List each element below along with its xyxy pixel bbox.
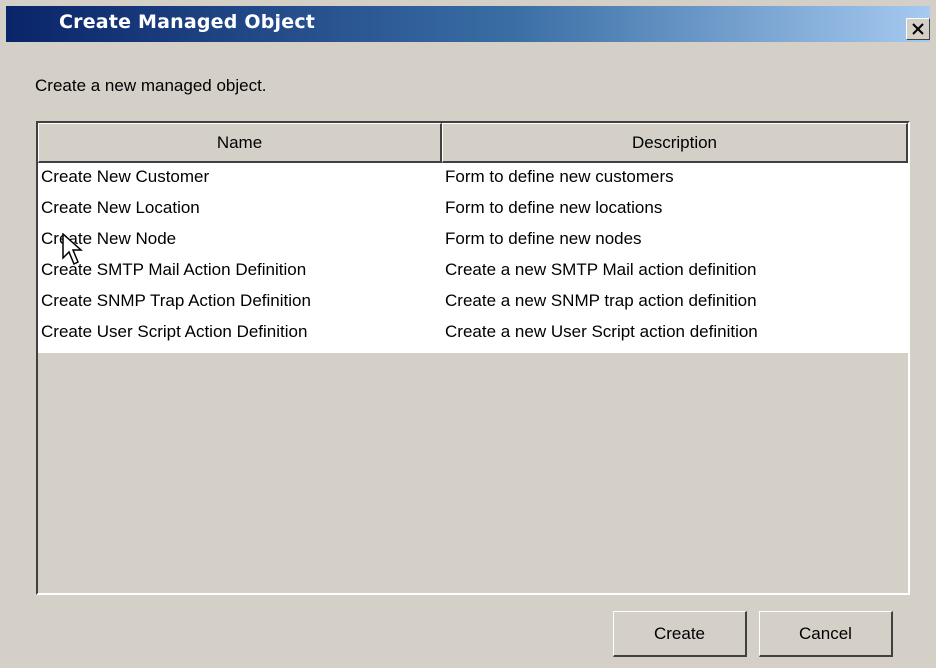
row-name: Create SNMP Trap Action Definition [41, 291, 311, 310]
row-name: Create New Customer [41, 167, 210, 186]
row-name: Create User Script Action Definition [41, 322, 308, 341]
table-row[interactable]: Create New Node Form to define new nodes [38, 225, 908, 256]
window-title: Create Managed Object [59, 11, 316, 33]
dialog-description: Create a new managed object. [35, 76, 267, 95]
create-button[interactable]: Create [613, 611, 747, 657]
table-row[interactable]: Create New Customer Form to define new c… [38, 163, 908, 194]
table-row[interactable]: Create SMTP Mail Action Definition Creat… [38, 256, 908, 287]
row-name: Create New Location [41, 198, 200, 217]
close-icon [912, 23, 924, 35]
row-description: Create a new SNMP trap action definition [445, 291, 757, 310]
column-header-name[interactable]: Name [38, 123, 442, 163]
close-button[interactable] [906, 18, 930, 40]
row-description: Form to define new locations [445, 198, 663, 217]
title-bar[interactable]: Create Managed Object [6, 6, 930, 42]
table-header: Name Description [38, 123, 908, 163]
row-description: Create a new SMTP Mail action definition [445, 260, 757, 279]
column-header-description[interactable]: Description [442, 123, 908, 163]
row-description: Form to define new customers [445, 167, 674, 186]
table-row[interactable]: Create User Script Action Definition Cre… [38, 318, 908, 349]
row-description: Form to define new nodes [445, 229, 642, 248]
row-description: Create a new User Script action definiti… [445, 322, 758, 341]
row-name: Create SMTP Mail Action Definition [41, 260, 307, 279]
table-body: Create New Customer Form to define new c… [38, 163, 908, 353]
row-name: Create New Node [41, 229, 177, 248]
create-managed-object-dialog: Create Managed Object Create a new manag… [0, 0, 936, 668]
table-row[interactable]: Create New Location Form to define new l… [38, 194, 908, 225]
cancel-button[interactable]: Cancel [759, 611, 893, 657]
table-row[interactable]: Create SNMP Trap Action Definition Creat… [38, 287, 908, 318]
managed-object-table: Name Description Create New Customer For… [36, 121, 910, 595]
